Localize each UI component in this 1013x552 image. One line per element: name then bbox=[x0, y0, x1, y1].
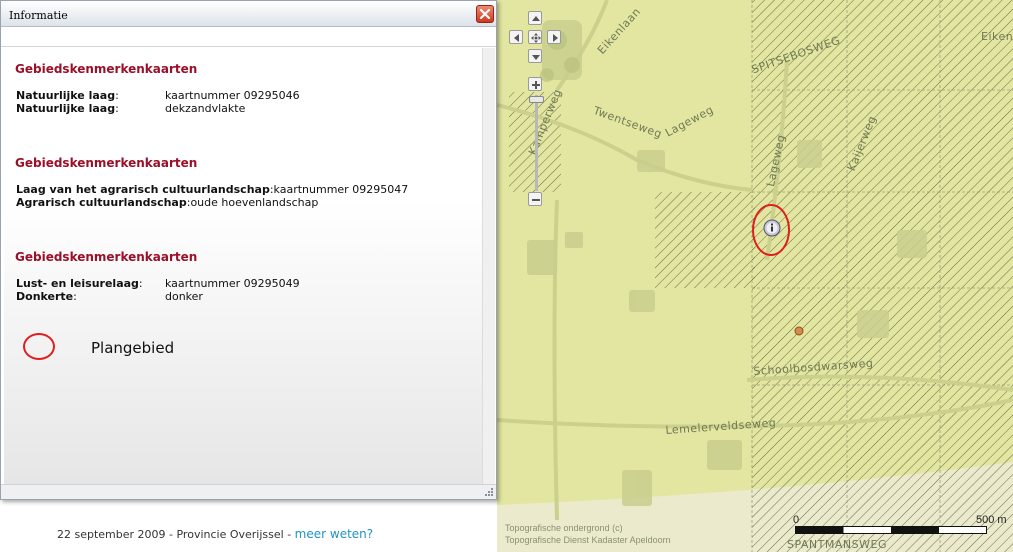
pan-center-button[interactable] bbox=[528, 30, 542, 44]
arrow-down-icon bbox=[532, 55, 540, 60]
footer: 22 september 2009 - Provincie Overijssel… bbox=[57, 527, 373, 541]
info-window[interactable]: Informatie Gebiedskenmerkenkaarten Natuu… bbox=[0, 0, 497, 500]
street-label: SPANTMANSWEG bbox=[787, 538, 887, 551]
more-info-link[interactable]: meer weten? bbox=[295, 527, 373, 541]
pan-up-button[interactable] bbox=[528, 11, 542, 25]
plus-icon bbox=[532, 81, 540, 89]
scale-bar bbox=[795, 526, 987, 534]
map-view[interactable]: Eikenlaan Twentseweg Lageweg Kamperweg S… bbox=[497, 0, 1013, 552]
scale-start-label: 0 bbox=[793, 514, 800, 526]
row-label: Natuurlijke laag: bbox=[16, 89, 119, 102]
row-value: dekzandvlakte bbox=[165, 102, 246, 115]
scale-end-label: 500 m bbox=[976, 514, 1007, 526]
map-canvas[interactable] bbox=[497, 0, 1013, 552]
info-window-titlebar[interactable]: Informatie bbox=[1, 1, 496, 27]
info-marker-icon[interactable] bbox=[763, 219, 781, 237]
street-label: Eiken bbox=[981, 30, 1013, 43]
arrow-right-icon bbox=[553, 34, 558, 42]
row-label: Agrarisch cultuurlandschap:oude hoevenla… bbox=[16, 196, 319, 209]
zoom-in-button[interactable] bbox=[528, 77, 542, 91]
info-window-toolbar bbox=[1, 28, 496, 47]
row-label: Natuurlijke laag: bbox=[16, 102, 119, 115]
move-icon bbox=[531, 33, 541, 43]
plangebied-legend-symbol bbox=[23, 333, 55, 360]
section-title: Gebiedskenmerkenkaarten bbox=[15, 62, 198, 76]
map-copyright-line: Topografische Dienst Kadaster Apeldoorn bbox=[505, 535, 671, 545]
minus-icon bbox=[532, 199, 540, 201]
close-icon bbox=[479, 8, 491, 20]
pan-down-button[interactable] bbox=[528, 49, 542, 63]
section-title: Gebiedskenmerkenkaarten bbox=[15, 250, 198, 264]
arrow-up-icon bbox=[532, 16, 540, 21]
info-window-scrollbar[interactable] bbox=[482, 48, 495, 484]
resize-grip-icon[interactable] bbox=[483, 486, 494, 497]
row-value: kaartnummer 09295049 bbox=[165, 277, 300, 290]
close-button[interactable] bbox=[476, 5, 494, 23]
row-value: kaartnummer 09295046 bbox=[165, 89, 300, 102]
row-value: donker bbox=[165, 290, 203, 303]
row-label: Laag van het agrarisch cultuurlandschap:… bbox=[16, 183, 409, 196]
row-label: Lust- en leisurelaag: bbox=[16, 277, 143, 290]
info-window-title: Informatie bbox=[9, 9, 68, 22]
zoom-slider-handle[interactable] bbox=[529, 96, 544, 103]
footer-text: 22 september 2009 - Provincie Overijssel… bbox=[57, 528, 295, 541]
zoom-slider-track[interactable] bbox=[535, 95, 538, 191]
row-label: Donkerte: bbox=[16, 290, 77, 303]
pan-right-button[interactable] bbox=[547, 30, 561, 44]
zoom-out-button[interactable] bbox=[528, 192, 542, 206]
plangebied-legend-label: Plangebied bbox=[91, 339, 175, 357]
pan-left-button[interactable] bbox=[509, 30, 523, 44]
section-title: Gebiedskenmerkenkaarten bbox=[15, 156, 198, 170]
map-point-marker bbox=[794, 326, 804, 336]
info-window-statusbar bbox=[1, 484, 496, 499]
arrow-left-icon bbox=[514, 34, 519, 42]
map-copyright-line: Topografische ondergrond (c) bbox=[505, 523, 623, 533]
info-window-content: Gebiedskenmerkenkaarten Natuurlijke laag… bbox=[4, 48, 482, 484]
